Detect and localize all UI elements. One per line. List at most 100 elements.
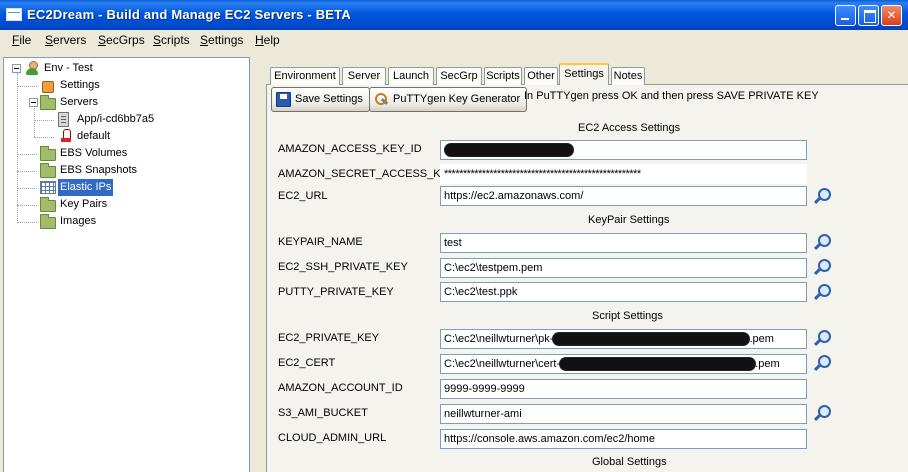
menu-settings-mnemonic: S (200, 33, 209, 47)
menu-help[interactable]: Help (255, 33, 280, 47)
field-label: S3_AMI_BUCKET (278, 407, 368, 419)
menu-scripts[interactable]: Scripts (153, 33, 190, 47)
tree-line (17, 205, 37, 206)
panel-splitter[interactable] (250, 57, 256, 472)
browse-icon[interactable] (813, 329, 831, 347)
browse-icon[interactable] (813, 354, 831, 372)
amazon-account-id-input[interactable]: 9999-9999-9999 (440, 379, 807, 399)
browse-icon[interactable] (813, 258, 831, 276)
ec2-cert-suffix: .pem (755, 358, 780, 370)
window-title: EC2Dream - Build and Manage EC2 Servers … (27, 7, 351, 22)
app-icon (6, 8, 22, 21)
menu-settings[interactable]: Settings (200, 33, 243, 47)
menu-servers-label: ervers (53, 33, 87, 47)
ec2-cert-input[interactable]: C:\ec2\neillwturner\cert- .pem (440, 354, 807, 374)
settings-icon (40, 79, 54, 93)
tab-secgrp[interactable]: SecGrp (436, 67, 482, 85)
tree-line (34, 137, 54, 138)
tree-node-servers-label: Servers (60, 96, 98, 108)
tree-node-elastic-ips-label: Elastic IPs (58, 179, 114, 196)
ec2-url-input[interactable]: https://ec2.amazonaws.com/ (440, 186, 807, 206)
amazon-access-key-id-input[interactable] (440, 140, 807, 160)
tree-node-images-label: Images (60, 215, 97, 227)
field-label: EC2_URL (278, 190, 328, 202)
field-label: EC2_CERT (278, 357, 336, 369)
redacted-value (560, 358, 756, 371)
redacted-value (445, 144, 573, 157)
launch-icon (60, 129, 72, 144)
tree-line (17, 73, 18, 221)
tab-settings[interactable]: Settings (559, 63, 609, 85)
title-bar: EC2Dream - Build and Manage EC2 Servers … (0, 0, 908, 30)
close-button[interactable]: ✕ (881, 5, 902, 26)
menu-settings-label: ettings (208, 33, 244, 47)
ec2-private-key-prefix: C:\ec2\neillwturner\pk- (444, 333, 554, 345)
tree-node-ebs-volumes-label: EBS Volumes (60, 147, 128, 159)
field-label: AMAZON_ACCESS_KEY_ID (278, 143, 422, 155)
putty-private-key-input[interactable]: C:\ec2\test.ppk (440, 282, 807, 302)
tab-other[interactable]: Other (524, 67, 558, 85)
tree-line (17, 154, 37, 155)
menu-scripts-label: cripts (161, 33, 190, 47)
ec2-private-key-suffix: .pem (749, 333, 774, 345)
folder-icon (40, 214, 56, 229)
tree-node-env-label: Env - Test (44, 62, 93, 74)
save-settings-label: Save Settings (295, 93, 363, 105)
cloud-admin-url-input[interactable]: https://console.aws.amazon.com/ec2/home (440, 429, 807, 449)
field-label: KEYPAIR_NAME (278, 236, 363, 248)
collapse-servers-toggle[interactable] (29, 98, 38, 107)
tree-node-server-default-label: default (77, 130, 111, 142)
collapse-env-toggle[interactable] (12, 64, 21, 73)
menu-secgrps-mnemonic: S (98, 33, 107, 47)
tab-server[interactable]: Server (342, 67, 386, 85)
field-label: PUTTY_PRIVATE_KEY (278, 286, 394, 298)
keypair-name-input[interactable]: test (440, 233, 807, 253)
field-label: EC2_PRIVATE_KEY (278, 332, 380, 344)
ec2-private-key-input[interactable]: C:\ec2\neillwturner\pk- .pem (440, 329, 807, 349)
tree-line (17, 86, 37, 87)
save-settings-button[interactable]: Save Settings (271, 87, 370, 112)
folder-icon (40, 95, 56, 110)
section-ec2-access: EC2 Access Settings (578, 122, 681, 134)
folder-icon (40, 197, 56, 212)
amazon-secret-access-key-input[interactable]: ****************************************… (440, 164, 807, 184)
maximize-button[interactable] (858, 5, 879, 26)
browse-icon[interactable] (813, 283, 831, 301)
tab-environment[interactable]: Environment (270, 67, 340, 85)
browse-icon[interactable] (813, 233, 831, 251)
browse-icon[interactable] (813, 404, 831, 422)
menu-secgrps-label: ecGrps (106, 33, 145, 47)
tree-node-settings-label: Settings (60, 79, 100, 91)
s3-ami-bucket-input[interactable]: neillwturner-ami (440, 404, 807, 424)
ec2-cert-prefix: C:\ec2\neillwturner\cert- (444, 358, 561, 370)
tab-scripts[interactable]: Scripts (484, 67, 522, 85)
menu-file-label: ile (19, 33, 32, 47)
menu-servers-mnemonic: S (45, 33, 54, 47)
server-icon (58, 112, 69, 127)
tab-notes[interactable]: Notes (611, 67, 645, 85)
menu-help-mnemonic: H (255, 33, 264, 47)
tree-node-server-instance-label: App/i-cd6bb7a5 (77, 113, 155, 125)
puttygen-button[interactable]: PuTTYgen Key Generator (369, 87, 528, 112)
browse-icon[interactable] (813, 187, 831, 205)
section-keypair: KeyPair Settings (588, 214, 670, 226)
person-icon (25, 61, 39, 76)
menu-file[interactable]: File (12, 33, 31, 47)
ec2-ssh-private-key-input[interactable]: C:\ec2\testpem.pem (440, 258, 807, 278)
section-script: Script Settings (592, 310, 663, 322)
tab-launch[interactable]: Launch (388, 67, 434, 85)
menu-secgrps[interactable]: SecGrps (98, 33, 145, 47)
menu-servers[interactable]: Servers (45, 33, 86, 47)
field-label: EC2_SSH_PRIVATE_KEY (278, 261, 408, 273)
menu-scripts-mnemonic: S (153, 33, 162, 47)
minimize-button[interactable] (835, 5, 856, 26)
section-global: Global Settings (592, 456, 667, 468)
tree-node-key-pairs-label: Key Pairs (60, 198, 108, 210)
key-icon (374, 92, 389, 107)
puttygen-hint: In PuTTYgen press OK and then press SAVE… (524, 90, 819, 102)
tree-line (34, 120, 54, 121)
menu-bar: File Servers SecGrps Scripts Settings He… (0, 30, 908, 52)
folder-icon (40, 163, 56, 178)
tree-line (17, 171, 37, 172)
tree-line (34, 108, 35, 137)
